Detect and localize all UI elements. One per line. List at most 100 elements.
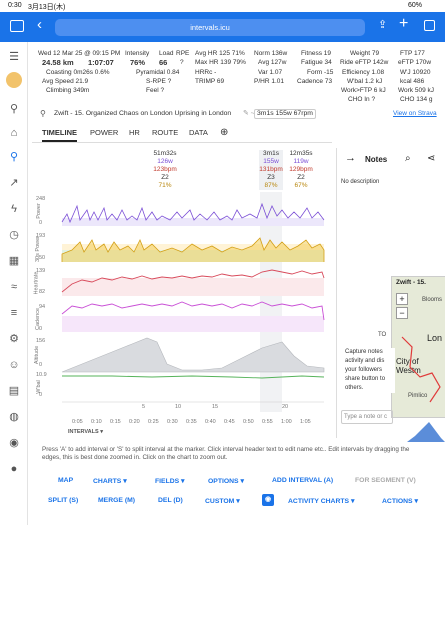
time-tick: 0:30	[167, 419, 178, 425]
heartrate-row	[61, 269, 325, 296]
athletes-icon[interactable]: ☺	[7, 358, 21, 372]
chat-icon[interactable]: ◍	[7, 410, 21, 424]
time-tick: 0:25	[148, 419, 159, 425]
time-tick: 0:40	[205, 419, 216, 425]
merge-button[interactable]: MERGE (M)	[98, 497, 135, 504]
wj: W'J 10920	[400, 69, 431, 76]
route-map[interactable]: Zwift - 15. Blooms Lon City of Westm Pim…	[378, 276, 445, 418]
trimp: TRIMP 69	[195, 78, 225, 85]
interval-header-3[interactable]: 12m35s 119w 129bpm Z2 67%	[286, 150, 316, 190]
calendar-icon[interactable]: ▦	[7, 254, 21, 268]
settings-icon[interactable]: ⚙	[7, 332, 21, 346]
cadence-bottom: 0	[39, 326, 43, 332]
avatar[interactable]	[6, 72, 22, 88]
intensity-value: 76%	[130, 58, 146, 67]
tab-hr[interactable]: HR	[129, 126, 140, 142]
coasting: Coasting 0m26s 0.6%	[46, 69, 110, 76]
options-button[interactable]: OPTIONS ▾	[208, 477, 244, 485]
fields-label: FIELDS	[155, 478, 180, 485]
home-icon[interactable]: ⌂	[7, 126, 21, 140]
tabs-icon[interactable]	[424, 20, 435, 31]
split-button[interactable]: SPLIT (S)	[48, 497, 78, 504]
avg-power: Avg 127w	[258, 59, 287, 66]
cadence-row	[61, 301, 325, 332]
variability: Var 1.07	[258, 69, 283, 76]
fields-button[interactable]: FIELDS ▾	[155, 477, 184, 485]
description[interactable]: No description	[341, 178, 379, 186]
search-icon[interactable]: ⚲	[7, 102, 21, 116]
activity-timeline-chart[interactable]	[32, 192, 330, 440]
tabs-divider	[32, 142, 332, 143]
km-tick: 5	[142, 404, 146, 410]
time-tick: 1:00	[281, 419, 292, 425]
activity-title[interactable]: Zwift - 15. Organized Chaos on London Up…	[54, 110, 231, 118]
add-interval-button[interactable]: ADD INTERVAL (A)	[272, 477, 333, 484]
watch-icon[interactable]: ◷	[7, 228, 21, 242]
mini-elevation-chart	[407, 422, 445, 442]
sidebar-toggle-icon[interactable]	[10, 20, 24, 32]
power-icon[interactable]: ϟ	[7, 202, 21, 216]
github-icon[interactable]: ●	[7, 462, 21, 476]
messages-icon[interactable]: ▤	[7, 384, 21, 398]
interval-header-2[interactable]: 3m1s 155w 131bpm Z3 87%	[259, 150, 283, 190]
custom-button[interactable]: CUSTOM ▾	[205, 497, 240, 505]
interval-2-zone: Z3	[267, 174, 275, 181]
s-rpe: S-RPE ?	[146, 78, 172, 85]
activity-bike-icon[interactable]: ⚲	[7, 150, 21, 164]
fitness-chart-icon[interactable]: ↗	[7, 176, 21, 190]
30s-power-bottom: 50	[39, 255, 46, 261]
form: Form -15	[307, 69, 334, 76]
km-tick: 20	[282, 404, 289, 410]
address-bar[interactable]: intervals.icu	[55, 19, 365, 36]
wbal: W'bal 1.2 kJ	[347, 78, 383, 85]
feel[interactable]: Feel ?	[146, 87, 164, 95]
cho-in[interactable]: CHO In ?	[348, 96, 375, 104]
trends-icon[interactable]: ≈	[7, 280, 21, 294]
time-tick: 1:05	[300, 419, 311, 425]
share-icon[interactable]: ⋖	[427, 153, 435, 164]
new-tab-icon[interactable]: +	[399, 15, 408, 33]
status-battery: 60%	[408, 2, 423, 9]
edit-icon[interactable]: ✎ ~	[243, 110, 255, 118]
avg-speed: Avg Speed 21.9	[42, 78, 89, 85]
km-tick: 15	[212, 404, 219, 410]
back-icon[interactable]: ‹	[37, 16, 42, 33]
camera-icon[interactable]: ◉	[262, 494, 274, 506]
ftp: FTP 177	[400, 50, 425, 57]
donate-icon[interactable]: ◉	[7, 436, 21, 450]
interval-1-zone: Z2	[161, 174, 169, 181]
share-icon[interactable]: ⇪	[378, 18, 387, 31]
delete-button[interactable]: DEL (D)	[158, 497, 183, 504]
selected-interval: 3m1s 155w 67rpm	[254, 109, 316, 119]
map-button[interactable]: MAP	[58, 477, 73, 484]
altitude-top: 156	[36, 338, 46, 344]
time-tick: 0:45	[224, 419, 235, 425]
weight[interactable]: Weight 79	[350, 50, 379, 58]
strava-link[interactable]: View on Strava	[393, 110, 437, 118]
add-tab-icon[interactable]: ⊕	[220, 126, 228, 142]
tab-route[interactable]: ROUTE	[152, 126, 178, 142]
tab-timeline[interactable]: TIMELINE	[42, 126, 77, 142]
work-ftp: Work>FTP 6 kJ	[341, 87, 386, 94]
rpe-value[interactable]: ?	[180, 59, 184, 67]
activity-charts-button[interactable]: ACTIVITY CHARTS ▾	[288, 497, 354, 505]
tab-data[interactable]: DATA	[189, 126, 208, 142]
actions-button[interactable]: ACTIONS ▾	[382, 497, 418, 505]
rpe-header: RPE	[176, 50, 190, 57]
charts-button[interactable]: CHARTS ▾	[93, 477, 127, 485]
arrow-right-icon[interactable]: →	[345, 152, 356, 164]
for-segment-button[interactable]: FOR SEGMENT (V)	[355, 477, 416, 484]
interval-header-1[interactable]: 51m32s 126w 123bpm Z2 71%	[140, 150, 190, 190]
note-input[interactable]: Type a note or c	[341, 410, 393, 424]
power-row	[61, 202, 325, 226]
tab-power[interactable]: POWER	[90, 126, 118, 142]
avg-hr: Avg HR 125 71%	[195, 50, 245, 57]
intervals-dropdown[interactable]: INTERVALS ▾	[68, 429, 103, 435]
paperclip-icon[interactable]: ⌕	[405, 153, 411, 164]
cho: CHO 134 g	[400, 96, 433, 103]
menu-icon[interactable]: ☰	[7, 50, 21, 64]
interval-3-hr: 129bpm	[289, 166, 313, 173]
custom-label: CUSTOM	[205, 498, 235, 505]
interval-2-power: 155w	[263, 158, 279, 165]
compare-icon[interactable]: ≡	[7, 306, 21, 320]
